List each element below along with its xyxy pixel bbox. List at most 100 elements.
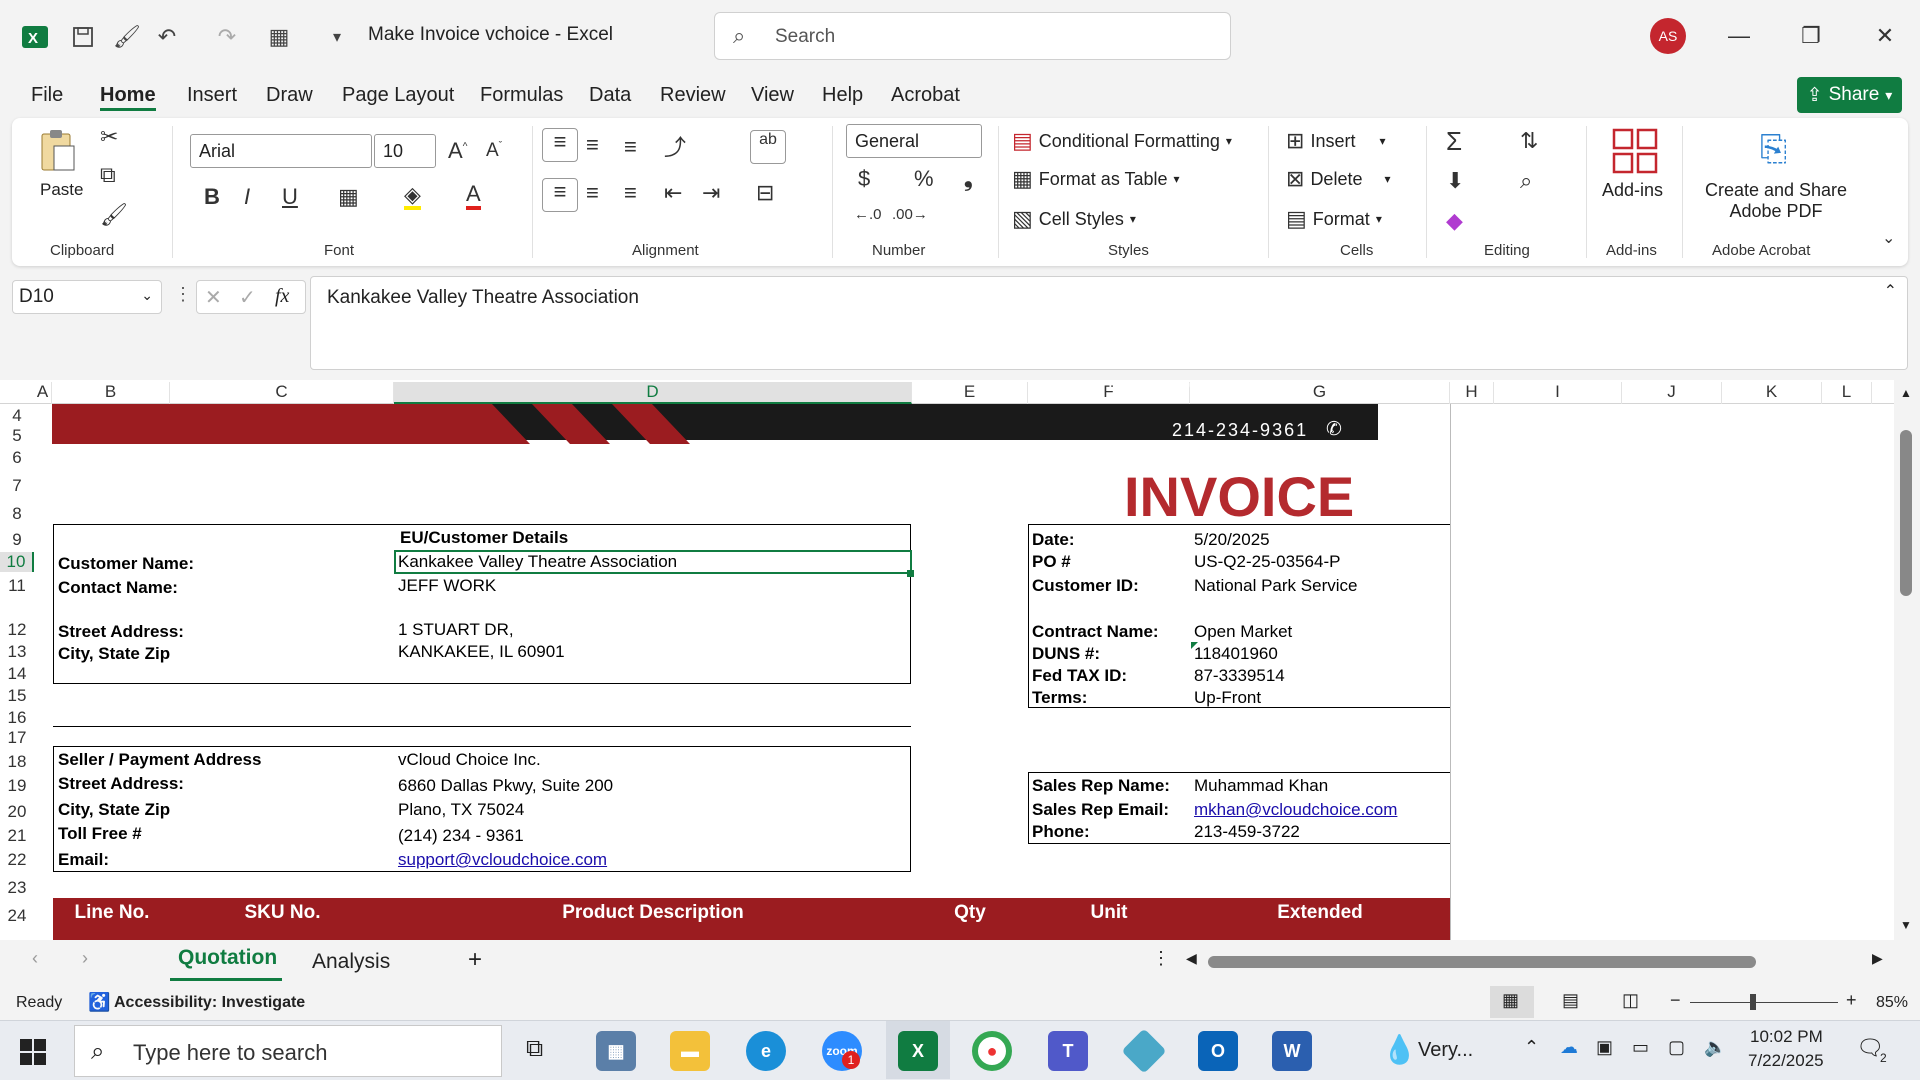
word-icon[interactable]: W [1272, 1031, 1312, 1071]
align-bottom-icon[interactable]: ≡ [624, 134, 637, 160]
column-header-j[interactable]: J [1622, 382, 1722, 404]
tab-view[interactable]: View [751, 84, 794, 107]
tab-home[interactable]: Home [100, 84, 156, 107]
close-icon[interactable]: ✕ [1860, 16, 1910, 56]
scroll-up-icon[interactable]: ▲ [1900, 386, 1912, 400]
font-size-select[interactable]: 10 [374, 134, 436, 168]
seller-value[interactable]: 6860 Dallas Pkwy, Suite 200 [398, 776, 613, 796]
tab-help[interactable]: Help [822, 84, 863, 107]
row-header[interactable]: 10 [0, 552, 34, 572]
row-header[interactable]: 12 [0, 620, 34, 640]
excel-taskbar-icon[interactable]: X [898, 1031, 938, 1071]
info-value[interactable]: 87-3339514 [1194, 666, 1285, 686]
tab-page-layout[interactable]: Page Layout [342, 84, 454, 107]
format-painter-icon[interactable]: 🖌 [100, 202, 128, 228]
edge-icon[interactable]: e [746, 1031, 786, 1071]
increase-decimal-icon[interactable]: ←.0 [854, 206, 882, 223]
tab-insert[interactable]: Insert [187, 84, 237, 107]
ribbon-collapse-icon[interactable]: ⌄ [1882, 228, 1895, 248]
sheet-tab-quotation[interactable]: Quotation [178, 946, 277, 970]
autosave-icon[interactable] [68, 22, 98, 52]
quick-access-table-icon[interactable]: ▦ [264, 22, 294, 52]
avatar[interactable]: AS [1650, 18, 1686, 54]
column-header-h[interactable]: H [1450, 382, 1494, 404]
column-header-a[interactable]: A [34, 382, 52, 404]
column-header-d[interactable]: D [394, 382, 912, 404]
row-header[interactable]: 22 [0, 850, 34, 870]
delete-cells-button[interactable]: ⊠ Delete ▾ [1286, 166, 1391, 192]
scroll-down-icon[interactable]: ▼ [1900, 918, 1912, 932]
wrap-text-icon[interactable]: ab [750, 130, 786, 164]
cancel-icon[interactable]: ✕ [205, 285, 222, 310]
row-header[interactable]: 6 [0, 448, 34, 468]
row-header[interactable]: 16 [0, 708, 34, 728]
collapse-formula-icon[interactable]: ⌃ [1884, 281, 1897, 301]
decrease-font-icon[interactable]: Aˇ [486, 140, 502, 162]
row-header[interactable]: 19 [0, 776, 34, 796]
customer-value[interactable]: KANKAKEE, IL 60901 [398, 642, 565, 662]
font-color-icon[interactable]: A [466, 182, 481, 210]
accessibility-icon[interactable]: ♿ [88, 992, 110, 1013]
increase-indent-icon[interactable]: ⇥ [702, 180, 720, 206]
insert-function-icon[interactable]: fx [275, 285, 289, 308]
calculator-icon[interactable]: ▦ [596, 1031, 636, 1071]
weather-icon[interactable]: 💧 [1382, 1033, 1417, 1066]
row-header[interactable]: 13 [0, 642, 34, 662]
row-header[interactable]: 9 [0, 530, 34, 550]
merge-center-icon[interactable]: ⊟ [756, 180, 774, 206]
cell-styles-button[interactable]: ▧ Cell Styles ▾ [1012, 206, 1136, 232]
network-icon[interactable]: ▢ [1668, 1037, 1685, 1058]
clear-icon[interactable]: ◆ [1446, 208, 1463, 234]
seller-email-link[interactable]: support@vcloudchoice.com [398, 850, 607, 870]
info-value[interactable]: 118401960 [1194, 644, 1278, 664]
increase-font-icon[interactable]: A^ [448, 138, 467, 164]
seller-value[interactable]: (214) 234 - 9361 [398, 826, 524, 846]
clock-time[interactable]: 10:02 PM [1750, 1027, 1823, 1047]
info-value[interactable]: 5/20/2025 [1194, 530, 1270, 550]
info-value[interactable]: Up-Front [1194, 688, 1261, 708]
align-top-icon[interactable]: ≡ [542, 128, 578, 162]
orientation-icon[interactable]: ⤴ [664, 130, 686, 162]
add-ins-button[interactable]: Add-ins [1602, 180, 1663, 201]
rep-value[interactable]: 213-459-3722 [1194, 822, 1300, 842]
enter-icon[interactable]: ✓ [239, 285, 256, 310]
prev-sheet-icon[interactable]: ‹ [32, 948, 38, 969]
zoom-out-icon[interactable]: − [1670, 990, 1681, 1011]
tab-acrobat[interactable]: Acrobat [891, 84, 960, 107]
zoom-slider[interactable] [1690, 1002, 1838, 1003]
sheet-tab-analysis[interactable]: Analysis [312, 950, 390, 974]
format-as-table-button[interactable]: ▦ Format as Table ▾ [1012, 166, 1180, 192]
row-header[interactable]: 14 [0, 664, 34, 684]
undo-icon[interactable]: ↶ [152, 22, 182, 52]
customer-value[interactable]: JEFF WORK [398, 576, 496, 596]
tab-data[interactable]: Data [589, 84, 631, 107]
redo-icon[interactable]: ↷ [212, 22, 242, 52]
row-header[interactable]: 4 [0, 406, 34, 426]
conditional-formatting-button[interactable]: ▤ Conditional Formatting ▾ [1012, 128, 1232, 154]
number-format-select[interactable]: General [846, 124, 982, 158]
align-right-icon[interactable]: ≡ [624, 180, 637, 206]
row-header[interactable]: 8 [0, 504, 34, 524]
align-center-icon[interactable]: ≡ [586, 180, 599, 206]
battery-icon[interactable]: ▭ [1632, 1037, 1649, 1058]
worksheet[interactable]: A B C D E F G H I J K L 4 5 6 7 8 9 10 1… [0, 380, 1920, 940]
paste-icon[interactable] [40, 128, 76, 174]
column-header-k[interactable]: K [1722, 382, 1822, 404]
column-header-b[interactable]: B [52, 382, 170, 404]
zoom-slider-thumb[interactable] [1750, 994, 1756, 1010]
borders-icon[interactable]: ▦ [338, 184, 359, 210]
fill-color-icon[interactable]: ◈ [404, 184, 421, 210]
decrease-decimal-icon[interactable]: .00→ [892, 206, 928, 223]
row-header[interactable]: 24 [0, 906, 34, 926]
rep-email-link[interactable]: mkhan@vcloudchoice.com [1194, 800, 1397, 820]
copy-icon[interactable]: ⧉ [100, 162, 116, 188]
align-left-icon[interactable]: ≡ [542, 178, 578, 212]
info-value[interactable]: US-Q2-25-03564-P [1194, 552, 1340, 572]
app-diamond-icon[interactable] [1121, 1028, 1167, 1074]
weather-text[interactable]: Very... [1418, 1039, 1473, 1062]
task-view-icon[interactable]: ⧉ [526, 1035, 543, 1063]
windows-start-icon[interactable] [20, 1039, 46, 1065]
minimize-icon[interactable]: — [1714, 16, 1764, 56]
align-middle-icon[interactable]: ≡ [586, 132, 599, 158]
autosum-icon[interactable]: Σ [1446, 126, 1462, 157]
